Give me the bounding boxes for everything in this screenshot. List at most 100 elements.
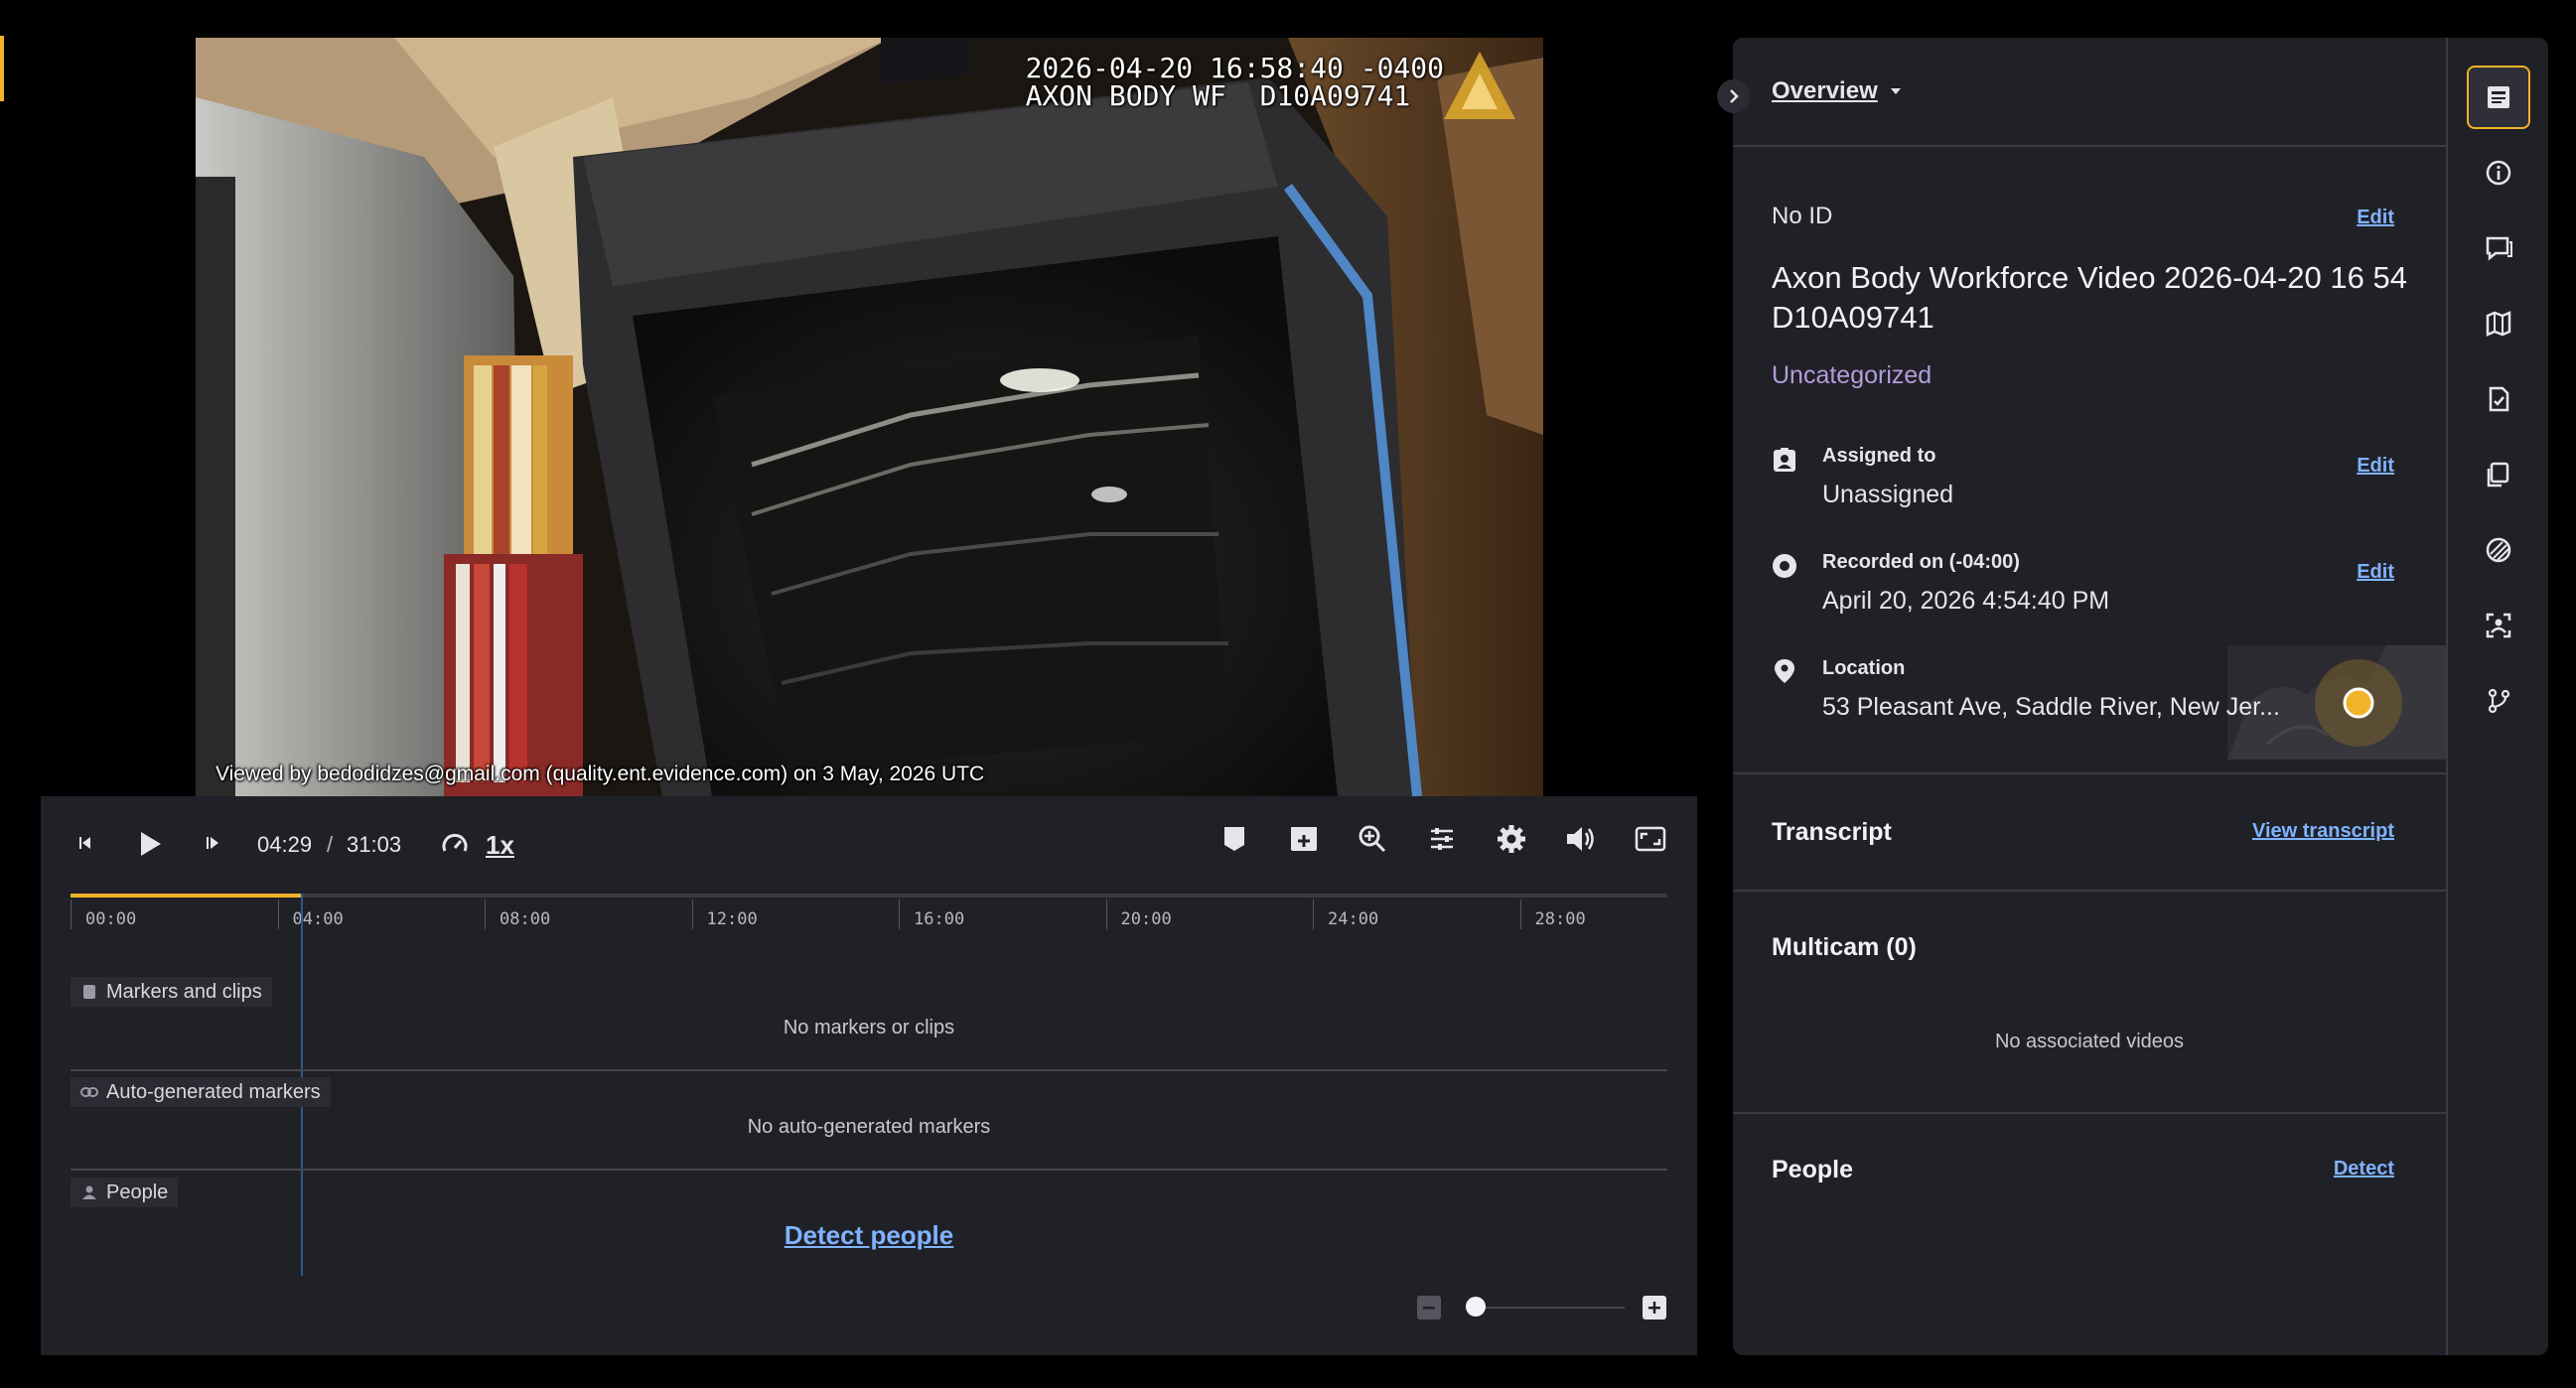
person-icon: [80, 1183, 98, 1201]
redaction-icon: [2486, 537, 2511, 563]
evidence-id: No ID: [1772, 203, 1833, 229]
map-icon: [2486, 311, 2511, 337]
rail-face-detect-button[interactable]: [2467, 594, 2530, 657]
sliders-icon: [1431, 828, 1453, 850]
evidence-title: Axon Body Workforce Video 2026-04-20 16 …: [1772, 260, 2407, 335]
rail-info-button[interactable]: [2467, 141, 2530, 205]
timeline-track[interactable]: [71, 894, 1667, 898]
rail-redaction-button[interactable]: [2467, 518, 2530, 582]
recorded-label: Recorded on (-04:00): [1822, 551, 2020, 573]
add-clip-button[interactable]: [1285, 820, 1323, 858]
play-icon: [141, 832, 161, 856]
info-icon: [2486, 160, 2511, 186]
audit-log-icon: [2489, 386, 2509, 412]
location-value: 53 Pleasant Ave, Saddle River, New Jer..…: [1822, 693, 2280, 721]
link-icon: [80, 1083, 98, 1101]
duration: 31:03: [347, 832, 402, 857]
timeline-zoom-slider[interactable]: [1466, 1307, 1625, 1309]
evidence-category[interactable]: Uncategorized: [1772, 361, 1932, 390]
axon-logo-icon: [1444, 52, 1515, 119]
step-back-icon: [79, 837, 90, 849]
chevron-right-icon: [1730, 89, 1739, 103]
rail-comments-button[interactable]: [2467, 216, 2530, 280]
face-detect-icon: [2486, 613, 2511, 638]
timeline-tick: [1105, 900, 1107, 929]
fullscreen-icon: [1635, 826, 1666, 852]
details-header: Overview: [1733, 38, 2446, 147]
playback-speed-button[interactable]: [438, 828, 472, 862]
rail-audit-button[interactable]: [2467, 367, 2530, 431]
copies-icon: [2487, 462, 2509, 487]
timeline-progress: [71, 894, 302, 898]
zoom-in-button[interactable]: [1354, 820, 1391, 858]
speedometer-icon: [442, 833, 468, 852]
zoom-in-timeline-button[interactable]: [1642, 1295, 1667, 1320]
time-separator: /: [327, 832, 334, 857]
rail-overview-button[interactable]: [2467, 66, 2530, 129]
fullscreen-button[interactable]: [1631, 820, 1670, 858]
overview-label[interactable]: Overview: [1772, 77, 1878, 105]
timeline-tick: [1519, 900, 1521, 929]
timeline-zoom-knob[interactable]: [1466, 1297, 1486, 1317]
timeline-tick-label: 16:00: [914, 909, 965, 929]
rail-copies-button[interactable]: [2467, 443, 2530, 506]
timeline-tick-label: 12:00: [706, 909, 758, 929]
next-frame-button[interactable]: [198, 828, 227, 858]
multicam-empty: No associated videos: [1994, 1031, 2185, 1052]
lane-markers-label: Markers and clips: [106, 980, 262, 1003]
volume-button[interactable]: [1562, 820, 1600, 858]
edit-assigned-link[interactable]: Edit: [2357, 455, 2394, 478]
section-divider: [1733, 1112, 2446, 1114]
marker-icon: [1224, 827, 1244, 851]
video-frame[interactable]: 2026-04-20 16:58:40 -0400 AXON BODY WF D1…: [196, 38, 1543, 796]
minus-icon: [1417, 1296, 1441, 1319]
playback-speed[interactable]: 1x: [486, 830, 514, 861]
overview-dropdown[interactable]: Overview: [1772, 77, 1902, 105]
collapse-panel-button[interactable]: [1717, 79, 1751, 113]
details-panel: Overview No ID Edit Axon Body Workforce …: [1733, 38, 2446, 1355]
timeline-tick-label: 24:00: [1328, 909, 1379, 929]
lane-auto-tag: Auto-generated markers: [71, 1077, 331, 1107]
video-player-panel: 04:29 / 31:03 1x 00:00 04:00 08:00 12:00…: [41, 796, 1697, 1355]
rail-branch-button[interactable]: [2467, 669, 2530, 733]
step-forward-icon: [207, 837, 218, 849]
lane-people-tag: People: [71, 1178, 179, 1207]
timeline[interactable]: 00:00 04:00 08:00 12:00 16:00 20:00 24:00 28:00…: [71, 890, 1667, 1307]
lane-divider: [71, 1069, 1667, 1071]
detect-people-label[interactable]: Detect people: [785, 1220, 954, 1250]
current-time: 04:29: [257, 832, 313, 857]
lane-markers-tag: Markers and clips: [71, 977, 272, 1007]
previous-frame-button[interactable]: [71, 828, 100, 858]
speaker-icon: [1567, 827, 1594, 851]
overview-icon: [2488, 86, 2509, 108]
plus-icon: [1643, 1296, 1666, 1319]
detect-link[interactable]: Detect: [2334, 1158, 2394, 1180]
settings-button[interactable]: [1493, 820, 1530, 858]
add-marker-button[interactable]: [1216, 820, 1253, 858]
edit-id-link[interactable]: Edit: [2357, 207, 2394, 229]
assignee-badge-icon: [1772, 447, 1797, 473]
video-overlay-timestamp: 2026-04-20 16:58:40 -0400 AXON BODY WF D1…: [1025, 52, 1444, 112]
play-button[interactable]: [130, 824, 170, 864]
viewed-by-watermark: Viewed by bedodidzes@gmail.com (quality.…: [215, 763, 985, 785]
timeline-tick: [1313, 900, 1314, 929]
rail-map-button[interactable]: [2467, 292, 2530, 355]
assigned-value: Unassigned: [1822, 481, 1954, 508]
edit-recorded-link[interactable]: Edit: [2357, 561, 2394, 584]
zoom-out-timeline-button[interactable]: [1416, 1295, 1442, 1320]
panel-icon-rail: [2446, 38, 2548, 1355]
timeline-tick: [277, 900, 279, 929]
timeline-tick-label: 00:00: [85, 909, 137, 929]
comments-icon: [2486, 236, 2512, 261]
location-label: Location: [1822, 657, 1906, 679]
adjustments-button[interactable]: [1423, 820, 1461, 858]
section-divider: [1733, 772, 2446, 774]
detect-people-link[interactable]: Detect people: [71, 1220, 1667, 1251]
timeline-tick: [485, 900, 486, 929]
marker-lane-icon: [80, 983, 98, 1001]
app-nav-accent: [0, 36, 4, 101]
lane-markers-empty: No markers or clips: [783, 1017, 955, 1039]
lane-divider: [71, 1169, 1667, 1171]
clip-icon: [1291, 827, 1317, 851]
view-transcript-link[interactable]: View transcript: [2252, 820, 2394, 843]
